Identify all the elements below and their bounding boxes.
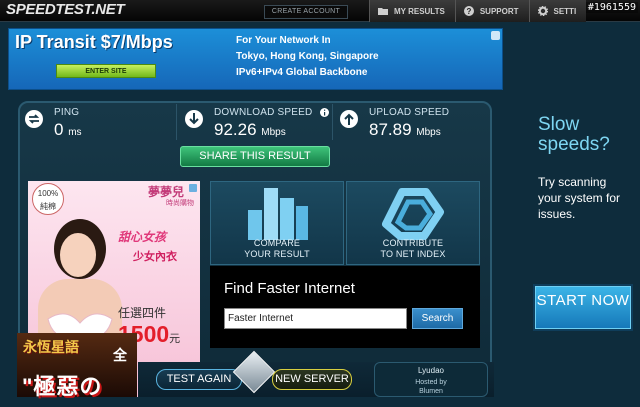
nav-my-results[interactable]: MY RESULTS xyxy=(369,0,455,22)
banner-line: IPv6+IPv4 Global Backbone xyxy=(236,67,368,78)
net-index-icon xyxy=(382,188,444,240)
help-icon: ? xyxy=(463,6,474,16)
svg-text:?: ? xyxy=(466,7,471,16)
top-bar: SPEEDTEST.NET CREATE ACCOUNT MY RESULTS … xyxy=(0,0,640,22)
nav-settings-label: SETTI xyxy=(553,6,577,16)
upload-metric: UPLOAD SPEED 87.89 Mbps xyxy=(339,104,484,144)
nav-support[interactable]: ? SUPPORT xyxy=(454,0,529,22)
download-arrow-icon xyxy=(185,110,203,128)
top-nav: MY RESULTS ? SUPPORT SETTI xyxy=(369,0,587,22)
speedtest-logo[interactable]: SPEEDTEST.NET xyxy=(6,1,125,18)
create-account-button[interactable]: CREATE ACCOUNT xyxy=(264,5,348,19)
game-title: 永恆星語 xyxy=(23,339,79,355)
brand-subtitle: 時尚購物 xyxy=(166,200,194,207)
upload-label: UPLOAD SPEED xyxy=(369,107,450,118)
server-host: Hosted by Blumen xyxy=(415,379,447,395)
nav-support-label: SUPPORT xyxy=(479,6,519,16)
nav-settings[interactable]: SETTI xyxy=(528,0,587,22)
test-again-button[interactable]: TEST AGAIN xyxy=(156,369,242,390)
scan-system-text: Try scanning your system for issues. xyxy=(538,175,621,221)
compare-result-tile[interactable]: COMPARE YOUR RESULT xyxy=(210,181,344,265)
find-faster-title: Find Faster Internet xyxy=(224,280,355,297)
badge-percent: 100% xyxy=(37,189,59,198)
isp-search-input[interactable] xyxy=(224,308,407,329)
download-label: DOWNLOAD SPEED xyxy=(214,107,313,118)
ad-info-icon[interactable] xyxy=(189,184,197,192)
new-server-button[interactable]: NEW SERVER xyxy=(272,369,352,390)
download-value: 92.26 Mbps xyxy=(214,120,286,139)
info-icon[interactable] xyxy=(320,108,329,117)
contribute-tile-label: CONTRIBUTE TO NET INDEX xyxy=(380,238,446,259)
adchoices-icon[interactable] xyxy=(491,31,500,40)
banner-line: For Your Network In xyxy=(236,35,331,46)
ad-offer: 任選四件 xyxy=(118,306,167,320)
banner-title: IP Transit $7/Mbps xyxy=(15,32,173,52)
start-now-button[interactable]: START NOW xyxy=(533,284,633,331)
banner-line: Tokyo, Hong Kong, Singapore xyxy=(236,51,379,62)
download-metric: DOWNLOAD SPEED 92.26 Mbps xyxy=(184,104,334,144)
contribute-net-index-tile[interactable]: CONTRIBUTE TO NET INDEX xyxy=(346,181,480,265)
ad-category: 少女內衣 xyxy=(133,251,177,263)
find-faster-internet-box: Find Faster Internet Search xyxy=(210,266,480,348)
divider xyxy=(332,104,333,140)
folder-icon xyxy=(378,8,388,15)
upload-arrow-icon xyxy=(340,110,358,128)
badge-text: 純棉 xyxy=(40,202,56,211)
ping-label: PING xyxy=(54,107,80,118)
enter-site-button[interactable]: ENTER SITE xyxy=(56,64,156,78)
compare-tile-label: COMPARE YOUR RESULT xyxy=(244,238,310,259)
bar-chart-icon xyxy=(248,188,308,240)
server-info[interactable]: Lyudao Hosted by Blumen xyxy=(374,362,488,397)
ping-metric: PING 0 ms xyxy=(24,104,164,144)
gear-icon xyxy=(537,6,548,16)
game-tagline: "極惡の xyxy=(22,374,103,399)
server-name: Lyudao xyxy=(418,366,444,375)
banner-text: For Your Network In Tokyo, Hong Kong, Si… xyxy=(236,33,379,81)
game-ad[interactable]: 永恆星語 全 "極惡の xyxy=(17,333,137,399)
search-button[interactable]: Search xyxy=(412,308,463,329)
slow-speeds-heading: Slow speeds? xyxy=(538,114,610,155)
ad-banner[interactable]: IP Transit $7/Mbps ENTER SITE For Your N… xyxy=(8,28,503,90)
nav-my-results-label: MY RESULTS xyxy=(394,6,445,16)
watermark: #1961559 xyxy=(585,2,638,13)
ping-value: 0 ms xyxy=(54,120,82,139)
game-subtitle: 全 xyxy=(113,347,127,363)
ping-icon xyxy=(25,110,43,128)
share-result-button[interactable]: SHARE THIS RESULT xyxy=(180,146,330,167)
cotton-badge: 100% 純棉 xyxy=(32,183,64,215)
upload-value: 87.89 Mbps xyxy=(369,120,441,139)
ad-slogan: 甜心女孩 xyxy=(118,230,167,244)
divider xyxy=(176,104,177,140)
